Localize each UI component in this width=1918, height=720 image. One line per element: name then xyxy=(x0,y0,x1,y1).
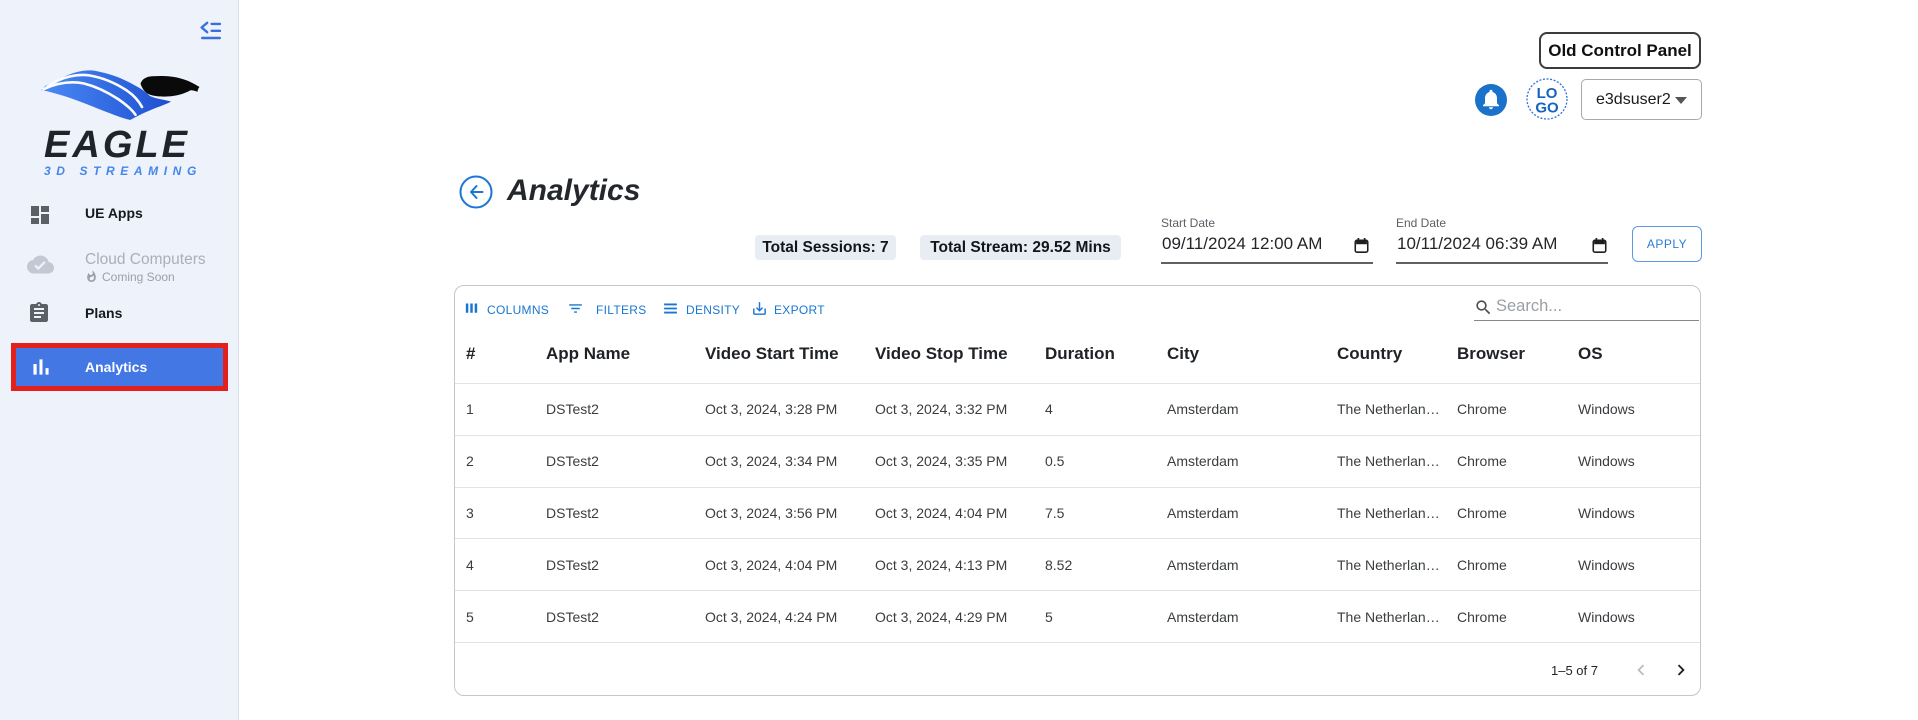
svg-text:GO: GO xyxy=(1535,100,1559,117)
